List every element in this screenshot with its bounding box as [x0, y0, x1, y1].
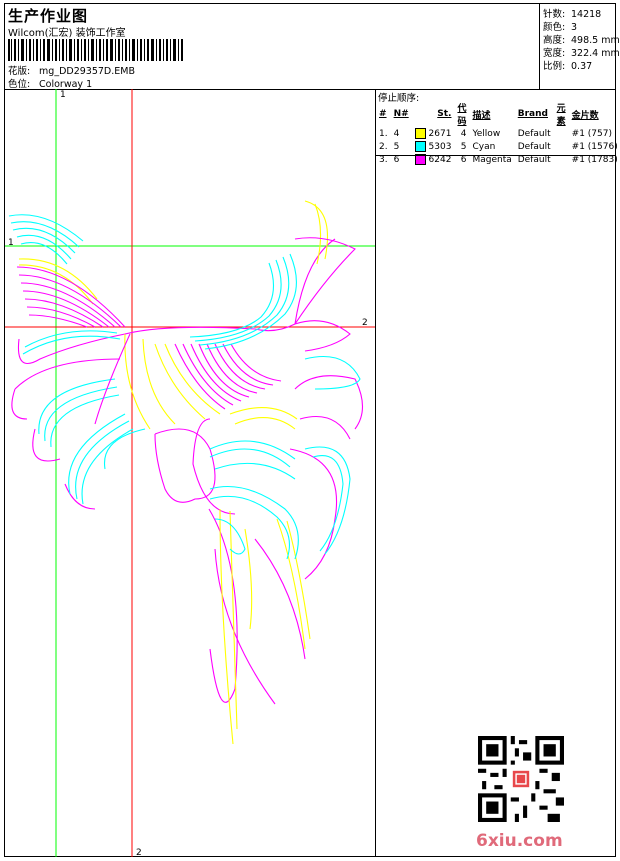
col-header-desc: 描述 — [472, 110, 491, 121]
col-header-sequins: 金片数 — [571, 110, 599, 121]
row-needle: 5 — [393, 141, 400, 152]
guide-label-h2: 2 — [362, 318, 368, 328]
row-element — [554, 127, 569, 140]
design-canvas: 1 1 2 2 — [5, 89, 376, 858]
color-swatch — [414, 141, 426, 152]
row-element — [554, 140, 569, 153]
stat-colors: 颜色: 3 — [543, 22, 578, 33]
stat-width: 宽度: 322.4 mm — [543, 48, 620, 59]
stat-stitches: 针数: 14218 — [543, 9, 602, 20]
embroidery-preview: 1 1 2 2 — [5, 89, 375, 858]
stat-scale: 比例: 0.37 — [543, 61, 593, 72]
row-code: 4 — [460, 128, 467, 139]
stat-height: 高度: 498.5 mm — [543, 35, 620, 46]
embroidery-artwork — [8, 200, 364, 745]
row-index: 2. — [379, 141, 388, 152]
row-code: 5 — [460, 141, 467, 152]
row-brand: Default — [517, 141, 551, 152]
watermark-site: 6xiu.com — [476, 831, 563, 851]
row-sequins: #1 (757) — [571, 128, 612, 139]
colorway-label: 色位: — [8, 79, 31, 90]
row-sequins: #1 (1576) — [571, 141, 618, 152]
guide-label-v2: 2 — [136, 848, 142, 857]
col-header-element: 元素 — [556, 104, 566, 127]
guide-label-v1: 1 — [60, 90, 66, 100]
table-header-row: # N# St. 代码 描述 Brand 元素 金片数 — [376, 101, 620, 127]
page-title: 生产作业图 — [8, 7, 89, 25]
row-stitch: 5303 — [412, 140, 455, 153]
col-header-st: St. — [437, 109, 452, 119]
colorway-row: 色位: Colorway 1 — [8, 76, 92, 90]
design-file-row: 花版: mg_DD29357D.EMB — [8, 63, 135, 77]
table-row: 2. 5 5303 5 Cyan Default #1 (1576) — [376, 140, 620, 153]
design-label: 花版: — [8, 66, 31, 77]
row-stitch: 2671 — [412, 127, 455, 140]
col-header-brand: Brand — [517, 109, 548, 119]
header: 生产作业图 Wilcom(汇宏) 装饰工作室 花版: mg_DD29357D.E… — [5, 4, 620, 90]
color-swatch — [414, 128, 426, 139]
row-needle: 4 — [393, 128, 400, 139]
panel-divider — [376, 155, 615, 156]
col-header-n: N# — [393, 109, 409, 119]
stop-sequence-table: # N# St. 代码 描述 Brand 元素 金片数 1. 4 2671 4 … — [376, 101, 620, 166]
col-header-index: # — [379, 109, 387, 119]
row-brand: Default — [517, 128, 551, 139]
company-name: Wilcom(汇宏) 装饰工作室 — [8, 28, 126, 39]
table-row: 1. 4 2671 4 Yellow Default #1 (757) — [376, 127, 620, 140]
qr-code-watermark — [478, 736, 564, 822]
barcode — [8, 39, 183, 61]
worksheet-frame: 生产作业图 Wilcom(汇宏) 装饰工作室 花版: mg_DD29357D.E… — [4, 3, 620, 858]
col-header-code: 代码 — [457, 104, 467, 127]
stats-box: 针数: 14218 颜色: 3 高度: 498.5 mm 宽度: 322.4 mm 比例… — [539, 4, 620, 89]
guide-label-h1: 1 — [8, 238, 14, 248]
row-index: 1. — [379, 128, 388, 139]
row-desc: Cyan — [472, 141, 496, 152]
row-desc: Yellow — [472, 128, 501, 139]
